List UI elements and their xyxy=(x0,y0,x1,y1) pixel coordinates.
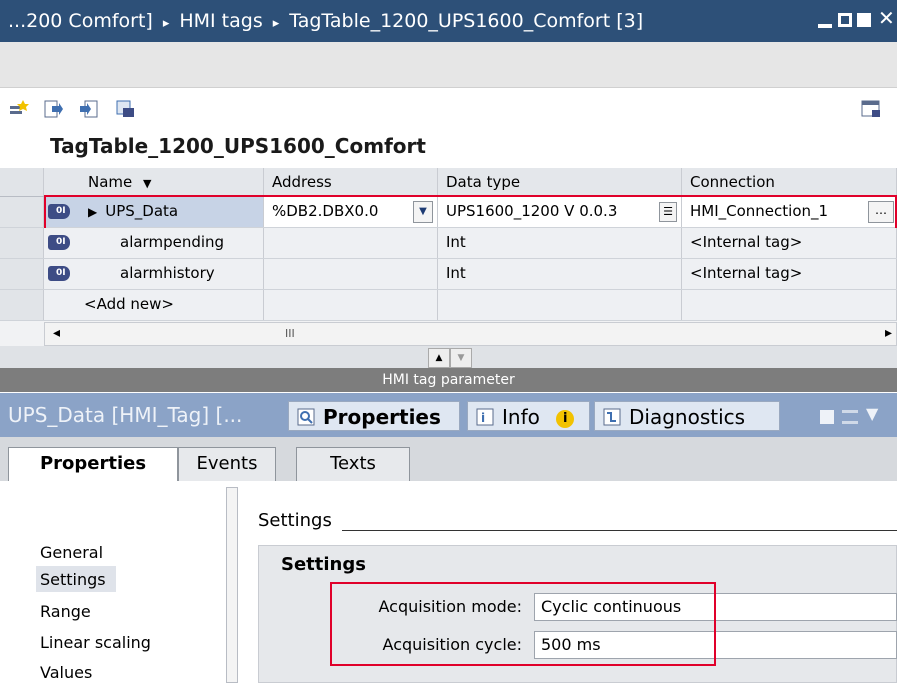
splitter-up-icon[interactable]: ▲ xyxy=(428,348,450,368)
cell-data-type xyxy=(438,290,682,320)
cell-address[interactable] xyxy=(264,228,438,258)
cell-address[interactable] xyxy=(264,259,438,289)
menu-list-icon[interactable] xyxy=(842,410,858,424)
tag-table-top-bar xyxy=(0,42,897,88)
column-header-name[interactable]: Name ▼ xyxy=(78,168,264,196)
cell-data-type[interactable]: Int xyxy=(438,228,682,258)
settings-section-title: Settings xyxy=(258,510,332,531)
export-icon[interactable] xyxy=(42,98,64,120)
column-header-data-type[interactable]: Data type xyxy=(438,168,682,196)
window-title-bar: ...200 Comfort] ▸ HMI tags ▸ TagTable_1200_U… xyxy=(0,0,897,42)
cell-address xyxy=(264,290,438,320)
pane-splitter[interactable]: ▲ ▼ xyxy=(0,346,897,368)
nav-item-values[interactable]: Values xyxy=(40,663,92,682)
scroll-left-icon[interactable]: ◂ xyxy=(53,325,60,341)
svg-text:i: i xyxy=(481,411,485,425)
maximize-icon[interactable] xyxy=(857,13,871,27)
nav-divider[interactable] xyxy=(226,487,238,683)
tab-info[interactable]: i Info i xyxy=(467,401,590,431)
table-row[interactable]: alarmhistory Int <Internal tag> xyxy=(0,259,897,290)
scroll-thumb-grip[interactable]: III xyxy=(285,327,295,340)
breadcrumb-project[interactable]: ...200 Comfort] xyxy=(8,10,153,32)
table-row-add-new[interactable]: <Add new> xyxy=(0,290,897,321)
restore-icon[interactable] xyxy=(838,13,852,27)
breadcrumb-tag-table[interactable]: TagTable_1200_UPS1600_Comfort [3] xyxy=(289,10,643,32)
nav-item-range[interactable]: Range xyxy=(40,602,91,621)
hmi-tag-icon xyxy=(48,235,70,250)
nav-item-general[interactable]: General xyxy=(40,543,103,562)
add-tag-icon[interactable] xyxy=(8,98,30,120)
tag-table-title: TagTable_1200_UPS1600_Comfort xyxy=(50,134,426,158)
tag-table-toolbar xyxy=(0,88,897,132)
tag-table-icon[interactable] xyxy=(114,98,136,120)
tab-properties-label: Properties xyxy=(323,405,441,429)
splitter-down-icon[interactable]: ▼ xyxy=(450,348,472,368)
row-header[interactable] xyxy=(0,290,44,320)
row-header[interactable] xyxy=(0,228,44,258)
info-warning-icon: i xyxy=(556,409,575,428)
settings-group-title: Settings xyxy=(281,554,366,575)
sort-descending-icon[interactable]: ▼ xyxy=(143,177,151,190)
close-icon[interactable]: ✕ xyxy=(878,8,895,28)
tab-info-label: Info xyxy=(502,405,540,429)
hmi-tag-parameter-header[interactable]: HMI tag parameter xyxy=(0,368,897,392)
row-header-corner xyxy=(0,168,44,196)
breadcrumb-separator-icon: ▸ xyxy=(162,16,170,31)
cell-name[interactable]: alarmpending xyxy=(78,228,264,258)
properties-icon xyxy=(297,408,315,426)
float-window-icon[interactable] xyxy=(820,410,834,424)
breadcrumb-hmi-tags[interactable]: HMI tags xyxy=(179,10,262,32)
tab-diagnostics[interactable]: Diagnostics xyxy=(594,401,780,431)
highlight-frame-row xyxy=(44,195,897,230)
cell-connection[interactable]: <Internal tag> xyxy=(682,259,897,289)
row-header[interactable] xyxy=(0,259,44,289)
highlight-frame-settings xyxy=(330,582,716,666)
row-header[interactable] xyxy=(0,197,44,227)
hmi-tag-icon xyxy=(48,266,70,281)
table-row[interactable]: alarmpending Int <Internal tag> xyxy=(0,228,897,259)
cell-connection[interactable]: <Internal tag> xyxy=(682,228,897,258)
column-header-name-label: Name xyxy=(88,173,133,191)
nav-item-settings[interactable]: Settings xyxy=(40,570,106,589)
subtab-events[interactable]: Events xyxy=(178,447,276,481)
nav-item-linear-scaling[interactable]: Linear scaling xyxy=(40,633,151,652)
minimize-icon[interactable] xyxy=(818,24,832,28)
column-header-connection[interactable]: Connection xyxy=(682,168,897,196)
overview-icon[interactable] xyxy=(860,98,882,120)
section-divider xyxy=(342,530,897,531)
inspector-title: UPS_Data [HMI_Tag] [... xyxy=(8,403,243,427)
table-header-row: Name ▼ Address Data type Connection xyxy=(0,168,897,197)
cell-connection xyxy=(682,290,897,320)
scroll-right-icon[interactable]: ▸ xyxy=(885,325,892,341)
diagnostics-icon xyxy=(603,408,621,426)
add-new-cell[interactable]: <Add new> xyxy=(78,290,264,320)
chevron-down-icon[interactable]: ▼ xyxy=(866,404,878,423)
horizontal-scrollbar[interactable]: ◂ III ▸ xyxy=(44,322,897,346)
cell-name[interactable]: alarmhistory xyxy=(78,259,264,289)
subtab-texts[interactable]: Texts xyxy=(296,447,410,481)
import-icon[interactable] xyxy=(78,98,100,120)
info-tab-icon: i xyxy=(476,408,494,426)
breadcrumb-separator-icon: ▸ xyxy=(272,16,280,31)
tab-diagnostics-label: Diagnostics xyxy=(629,405,746,429)
cell-data-type[interactable]: Int xyxy=(438,259,682,289)
column-header-address[interactable]: Address xyxy=(264,168,438,196)
tab-properties[interactable]: Properties xyxy=(288,401,460,431)
subtab-properties[interactable]: Properties xyxy=(8,447,178,481)
